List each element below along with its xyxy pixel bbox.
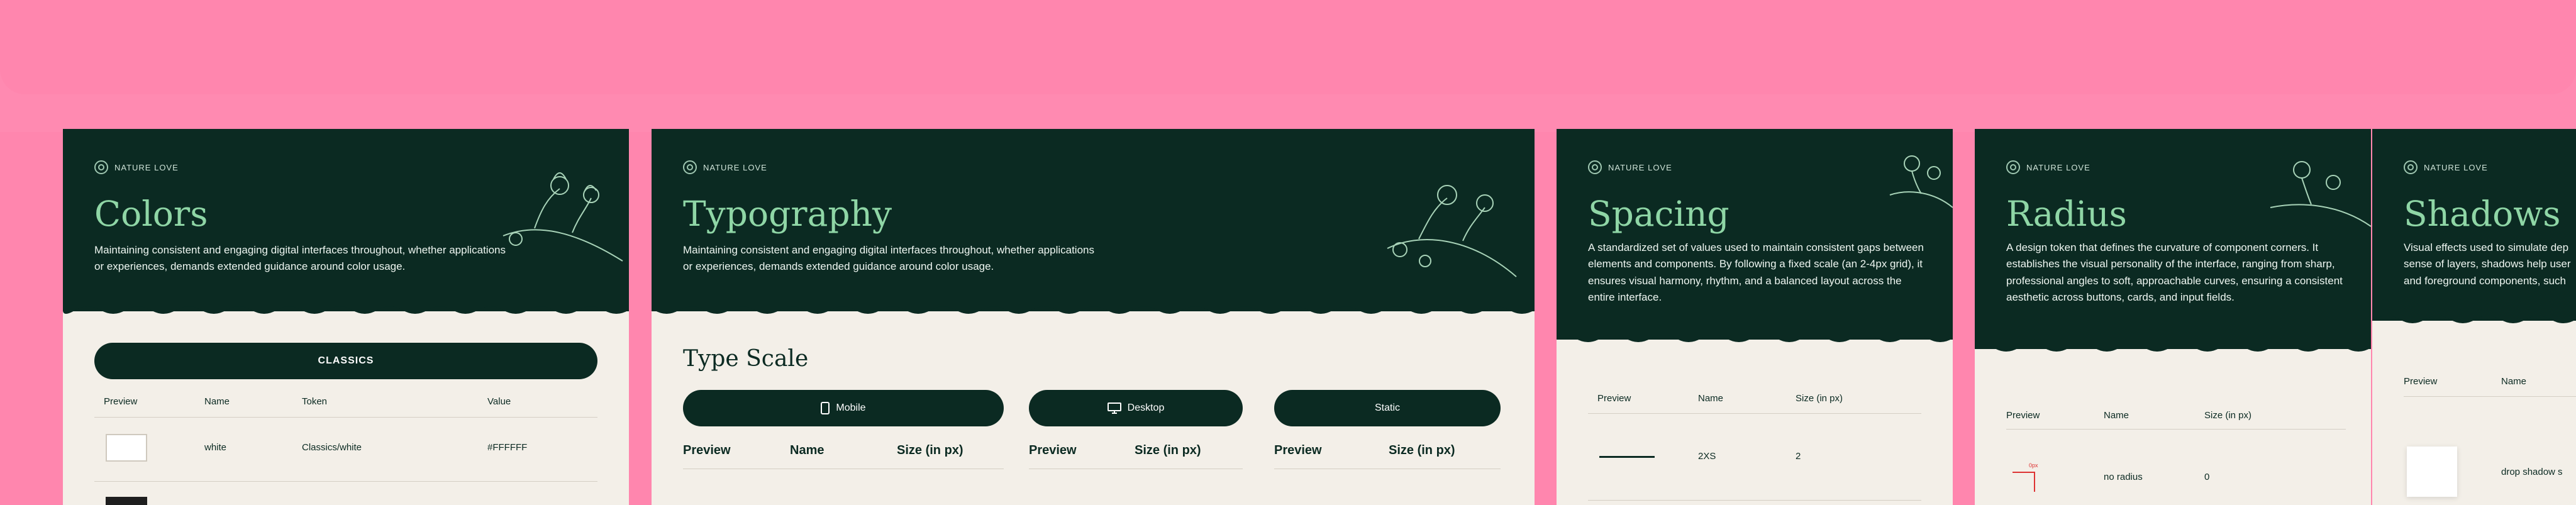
- column-preview: Preview: [2404, 376, 2438, 387]
- flower-illustration-icon: [2270, 161, 2371, 227]
- brand: NATURE LOVE: [2006, 160, 2090, 174]
- colors-card: NATURE LOVE Colors Maintaining consisten…: [63, 129, 629, 505]
- column-preview: Preview: [1597, 393, 1631, 404]
- brand: NATURE LOVE: [1588, 160, 1672, 174]
- tab-desktop-label: Desktop: [1127, 402, 1165, 413]
- column-name: Name: [2104, 410, 2129, 421]
- flower-illustration-icon: [502, 172, 623, 262]
- brand-logo-icon: [1588, 160, 1602, 174]
- hero-wave: [1975, 341, 2371, 352]
- tab-classics[interactable]: CLASSICS: [94, 343, 597, 379]
- description-line: sense of layers, shadows help user: [2404, 258, 2571, 270]
- spacing-name: 2XS: [1698, 451, 1716, 462]
- column-name: Name: [204, 396, 230, 407]
- color-name: white: [204, 442, 227, 453]
- shadow-preview-box: [2407, 447, 2457, 497]
- brand-name: NATURE LOVE: [114, 162, 179, 172]
- column-preview: Preview: [683, 443, 731, 457]
- column-preview: Preview: [2006, 410, 2040, 421]
- page-description: Maintaining consistent and engaging digi…: [683, 244, 1094, 273]
- page-description: Maintaining consistent and engaging digi…: [94, 244, 506, 273]
- brand: NATURE LOVE: [94, 160, 179, 174]
- brand-name: NATURE LOVE: [1608, 162, 1672, 172]
- brand-logo-icon: [683, 160, 697, 174]
- spacing-size: 2: [1796, 451, 1801, 462]
- page-title: Radius: [2006, 194, 2127, 234]
- tab-static-label: Static: [1374, 402, 1400, 413]
- spacing-preview-bar: [1599, 456, 1655, 458]
- column-value: Value: [487, 396, 511, 407]
- column-name: Name: [2501, 376, 2527, 387]
- radius-marker: 0px: [2029, 462, 2038, 469]
- page-description: A standardized set of values used to mai…: [1588, 241, 1924, 304]
- column-size: Size (in px): [1796, 393, 1843, 404]
- page-title: Typography: [683, 194, 892, 234]
- brand-logo-icon: [2006, 160, 2020, 174]
- radius-hero: NATURE LOVE Radius A design token that d…: [1975, 129, 2371, 349]
- shadow-name: drop shadow s: [2501, 467, 2563, 477]
- hero-wave: [652, 304, 1535, 314]
- divider: [2404, 396, 2576, 397]
- description-line: Visual effects used to simulate dep: [2404, 241, 2569, 253]
- brand: NATURE LOVE: [683, 160, 767, 174]
- hero-wave: [63, 304, 629, 314]
- page-title: Shadows: [2404, 194, 2561, 234]
- typography-hero: NATURE LOVE Typography Maintaining consi…: [652, 129, 1535, 311]
- colors-hero: NATURE LOVE Colors Maintaining consisten…: [63, 129, 629, 311]
- column-preview: Preview: [104, 396, 138, 407]
- hero-wave: [1557, 332, 1953, 342]
- spacing-card: NATURE LOVE Spacing A standardized set o…: [1557, 129, 1953, 505]
- column-preview: Preview: [1274, 443, 1322, 457]
- brand-name: NATURE LOVE: [703, 162, 767, 172]
- shadows-hero: NATURE LOVE Shadows Visual effects used …: [2372, 129, 2576, 321]
- description-line: and foreground components, such: [2404, 274, 2567, 287]
- hero-wave: [2372, 313, 2576, 323]
- brand-name: NATURE LOVE: [2026, 162, 2090, 172]
- radius-name: no radius: [2104, 472, 2143, 482]
- page-title: Colors: [94, 194, 208, 234]
- tab-mobile-label: Mobile: [836, 402, 866, 413]
- divider: [1588, 413, 1921, 414]
- brand: NATURE LOVE: [2404, 160, 2488, 174]
- column-token: Token: [302, 396, 328, 407]
- backdrop-tab: [0, 0, 2576, 94]
- page-description: Visual effects used to simulate dep sens…: [2404, 240, 2576, 289]
- brand-name: NATURE LOVE: [2424, 162, 2488, 172]
- column-size: Size (in px): [1389, 443, 1455, 457]
- brand-logo-icon: [2404, 160, 2418, 174]
- radius-preview-corner: [2012, 472, 2035, 492]
- column-size: Size (in px): [2204, 410, 2252, 421]
- shadows-card: NATURE LOVE Shadows Visual effects used …: [2372, 129, 2576, 505]
- typography-card: NATURE LOVE Typography Maintaining consi…: [652, 129, 1535, 505]
- desktop-icon: [1107, 402, 1121, 414]
- page-title: Spacing: [1588, 194, 1729, 234]
- mobile-icon: [821, 402, 830, 414]
- tab-mobile[interactable]: Mobile: [683, 390, 1004, 426]
- color-swatch-white: [106, 434, 147, 462]
- flower-illustration-icon: [1889, 155, 1953, 208]
- column-name: Name: [1698, 393, 1724, 404]
- flower-illustration-icon: [1387, 185, 1517, 277]
- divider: [1588, 500, 1921, 501]
- divider: [94, 481, 597, 482]
- type-scale-heading: Type Scale: [683, 346, 809, 372]
- tab-static[interactable]: Static: [1274, 390, 1501, 426]
- brand-logo-icon: [94, 160, 108, 174]
- spacing-hero: NATURE LOVE Spacing A standardized set o…: [1557, 129, 1953, 340]
- radius-card: NATURE LOVE Radius A design token that d…: [1975, 129, 2371, 505]
- column-name: Name: [790, 443, 824, 457]
- column-size: Size (in px): [897, 443, 963, 457]
- tab-desktop[interactable]: Desktop: [1029, 390, 1243, 426]
- column-size: Size (in px): [1135, 443, 1201, 457]
- divider: [2006, 429, 2346, 430]
- color-value: #FFFFFF: [487, 442, 528, 453]
- color-token: Classics/white: [302, 442, 362, 453]
- divider: [94, 417, 597, 418]
- radius-size: 0: [2204, 472, 2210, 482]
- color-swatch-black: [106, 497, 147, 505]
- column-preview: Preview: [1029, 443, 1077, 457]
- page-backdrop: [0, 0, 2576, 132]
- page-description: A design token that defines the curvatur…: [2006, 241, 2343, 304]
